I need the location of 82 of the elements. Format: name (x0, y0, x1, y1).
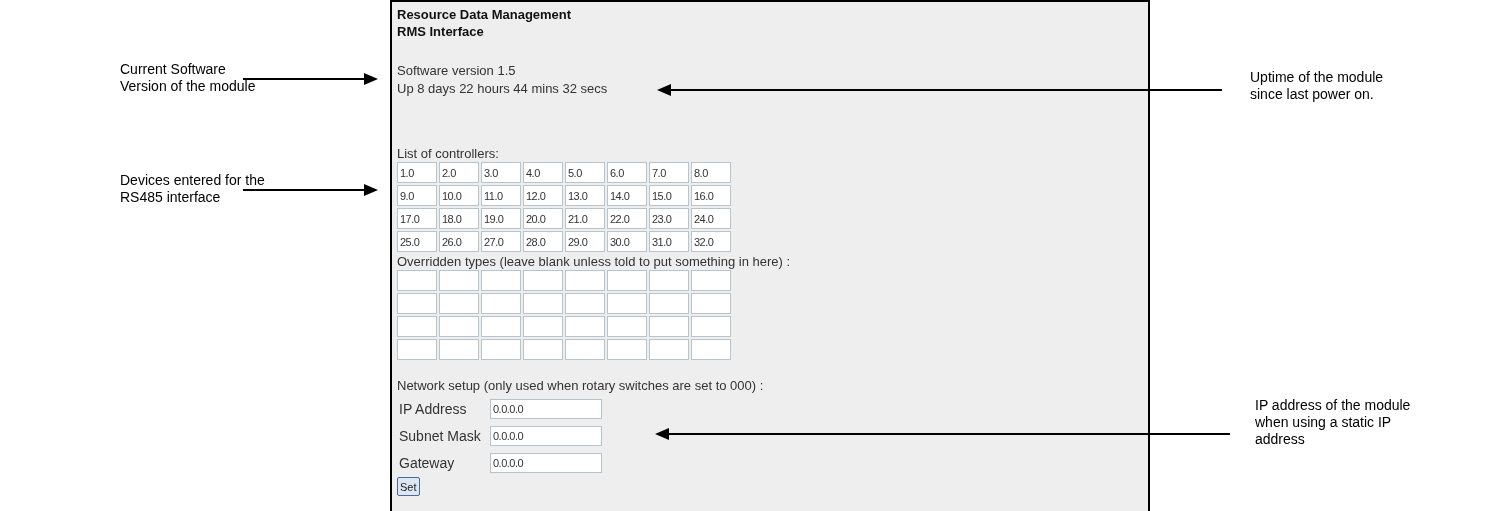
controller-field[interactable]: 29.0 (565, 231, 605, 252)
type-field[interactable] (439, 339, 479, 360)
type-field[interactable] (397, 339, 437, 360)
type-field[interactable] (523, 293, 563, 314)
type-field[interactable] (397, 316, 437, 337)
section-label: List of controllers: (397, 147, 499, 161)
section-label: Network setup (only used when rotary switches are set to 000) : (397, 379, 764, 393)
type-field[interactable] (607, 316, 647, 337)
annotation-text: IP address of the module when using a static IP address (1255, 397, 1411, 448)
controller-field[interactable]: 8.0 (691, 162, 731, 183)
annotation-text: Devices entered for the RS485 interface (120, 172, 265, 206)
type-field[interactable] (481, 270, 521, 291)
type-field[interactable] (439, 293, 479, 314)
controller-field[interactable]: 16.0 (691, 185, 731, 206)
controller-field[interactable]: 5.0 (565, 162, 605, 183)
type-field[interactable] (649, 339, 689, 360)
type-field[interactable] (565, 270, 605, 291)
type-field[interactable] (649, 293, 689, 314)
controller-field[interactable]: 10.0 (439, 185, 479, 206)
controller-field[interactable]: 21.0 (565, 208, 605, 229)
controller-field[interactable]: 1.0 (397, 162, 437, 183)
controller-field[interactable]: 17.0 (397, 208, 437, 229)
controller-field[interactable]: 11.0 (481, 185, 521, 206)
type-field[interactable] (607, 339, 647, 360)
controller-field[interactable]: 7.0 (649, 162, 689, 183)
type-field[interactable] (523, 339, 563, 360)
type-field[interactable] (607, 293, 647, 314)
type-field[interactable] (565, 339, 605, 360)
field-label: Subnet Mask (399, 426, 482, 445)
type-field[interactable] (397, 270, 437, 291)
controller-field[interactable]: 27.0 (481, 231, 521, 252)
type-field[interactable] (691, 339, 731, 360)
controller-field[interactable]: 32.0 (691, 231, 731, 252)
set-button[interactable]: Set (397, 477, 420, 496)
type-field[interactable] (481, 339, 521, 360)
controller-field[interactable]: 12.0 (523, 185, 563, 206)
page-title: RMS Interface (397, 23, 484, 40)
annotation-text: Current Software Version of the module (120, 61, 256, 95)
type-field[interactable] (523, 270, 563, 291)
type-field[interactable] (397, 293, 437, 314)
annotation-text: Uptime of the module since last power on. (1250, 69, 1384, 103)
type-field[interactable] (481, 316, 521, 337)
address-field[interactable]: 0.0.0.0 (490, 425, 602, 446)
field-label: Gateway (399, 453, 456, 472)
version-text: Software version 1.5 (397, 62, 516, 80)
controller-field[interactable]: 28.0 (523, 231, 563, 252)
type-field[interactable] (607, 270, 647, 291)
type-field[interactable] (565, 316, 605, 337)
controller-field[interactable]: 19.0 (481, 208, 521, 229)
controller-field[interactable]: 13.0 (565, 185, 605, 206)
controller-field[interactable]: 20.0 (523, 208, 563, 229)
section-label: Overridden types (leave blank unless told to put something in here) : (397, 255, 791, 269)
type-field[interactable] (439, 316, 479, 337)
controller-field[interactable]: 9.0 (397, 185, 437, 206)
controller-field[interactable]: 23.0 (649, 208, 689, 229)
controller-field[interactable]: 25.0 (397, 231, 437, 252)
controller-field[interactable]: 4.0 (523, 162, 563, 183)
type-field[interactable] (481, 293, 521, 314)
type-field[interactable] (565, 293, 605, 314)
type-field[interactable] (691, 316, 731, 337)
type-field[interactable] (439, 270, 479, 291)
controller-field[interactable]: 22.0 (607, 208, 647, 229)
type-field[interactable] (691, 270, 731, 291)
address-field[interactable]: 0.0.0.0 (490, 452, 602, 473)
controller-field[interactable]: 14.0 (607, 185, 647, 206)
controller-field[interactable]: 2.0 (439, 162, 479, 183)
uptime-text: Up 8 days 22 hours 44 mins 32 secs (397, 80, 608, 98)
type-field[interactable] (523, 316, 563, 337)
controller-field[interactable]: 30.0 (607, 231, 647, 252)
controller-field[interactable]: 15.0 (649, 185, 689, 206)
controller-field[interactable]: 26.0 (439, 231, 479, 252)
controller-field[interactable]: 18.0 (439, 208, 479, 229)
controller-field[interactable]: 31.0 (649, 231, 689, 252)
controller-field[interactable]: 24.0 (691, 208, 731, 229)
type-field[interactable] (649, 316, 689, 337)
type-field[interactable] (691, 293, 731, 314)
field-label: IP Address (399, 399, 468, 418)
controller-field[interactable]: 6.0 (607, 162, 647, 183)
type-field[interactable] (649, 270, 689, 291)
address-field[interactable]: 0.0.0.0 (490, 398, 602, 419)
controller-field[interactable]: 3.0 (481, 162, 521, 183)
page-title: Resource Data Management (397, 6, 572, 23)
